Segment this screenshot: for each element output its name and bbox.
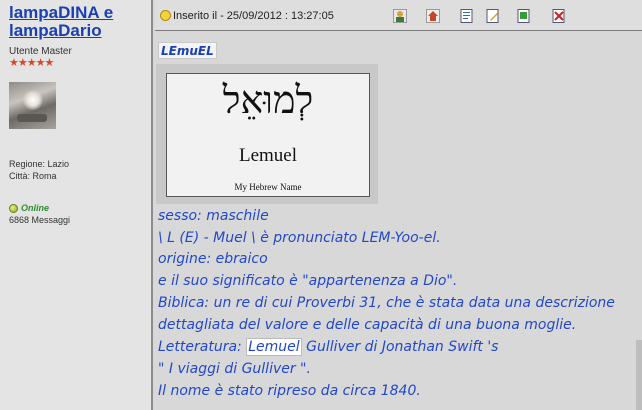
message-count: 6868 Messaggi [9, 215, 71, 225]
hebrew-text: לְמוּאֵל [222, 78, 314, 122]
image-caption: My Hebrew Name [234, 182, 302, 192]
delete-icon[interactable] [552, 9, 566, 23]
hebrew-name-card: לְמוּאֵל Lemuel My Hebrew Name [166, 73, 370, 197]
text-line: Biblica: un re di cui Proverbi 31, che è… [158, 295, 615, 311]
quote-icon[interactable] [460, 9, 474, 23]
text-line: dettagliata del valore e delle capacità … [158, 317, 577, 333]
text-line: e il suo significato è "appartenenza a D… [158, 273, 458, 289]
edit-icon[interactable] [486, 9, 500, 23]
name-tag: LEmuEL [158, 42, 217, 59]
author-city: Città: Roma [9, 171, 57, 181]
literature-line: Letteratura: Lemuel Gulliver di Jonathan… [158, 338, 499, 356]
latin-name: Lemuel [238, 145, 298, 166]
profile-icon[interactable] [393, 9, 407, 23]
avatar [9, 82, 56, 129]
smiley-icon [160, 10, 171, 21]
scrollbar[interactable] [636, 340, 642, 410]
post-header: Inserito il - 25/09/2012 : 13:27:05 [155, 0, 642, 31]
post-body: LEmuEL לְמוּאֵל Lemuel My Hebrew Name se… [155, 31, 642, 410]
highlighted-word: Lemuel [246, 338, 302, 356]
posted-date: Inserito il - 25/09/2012 : 13:27:05 [173, 10, 334, 22]
literature-prefix: Letteratura: [158, 339, 247, 355]
text-line: \ L (E) - Muel \ è pronunciato LEM-Yoo-e… [158, 230, 441, 246]
online-label: Online [21, 203, 50, 213]
online-dot-icon [9, 203, 18, 213]
reply-icon[interactable] [517, 9, 531, 23]
literature-suffix: Gulliver di Jonathan Swift 's [301, 339, 499, 355]
text-line: " I viaggi di Gulliver ". [158, 361, 311, 377]
author-name-link[interactable]: lampaDINA e lampaDario [9, 4, 153, 40]
author-panel: lampaDINA e lampaDario Utente Master ★★★… [0, 0, 153, 410]
rank-stars: ★★★★★ [9, 56, 54, 69]
hebrew-name-image: לְמוּאֵל Lemuel My Hebrew Name [156, 64, 378, 204]
author-region: Regione: Lazio [9, 159, 70, 169]
text-line: origine: ebraico [158, 251, 268, 267]
home-icon[interactable] [426, 9, 440, 23]
text-line: Il nome è stato ripreso da circa 1840. [158, 383, 421, 399]
online-status: Online [9, 203, 49, 213]
text-line: sesso: maschile [158, 208, 269, 224]
